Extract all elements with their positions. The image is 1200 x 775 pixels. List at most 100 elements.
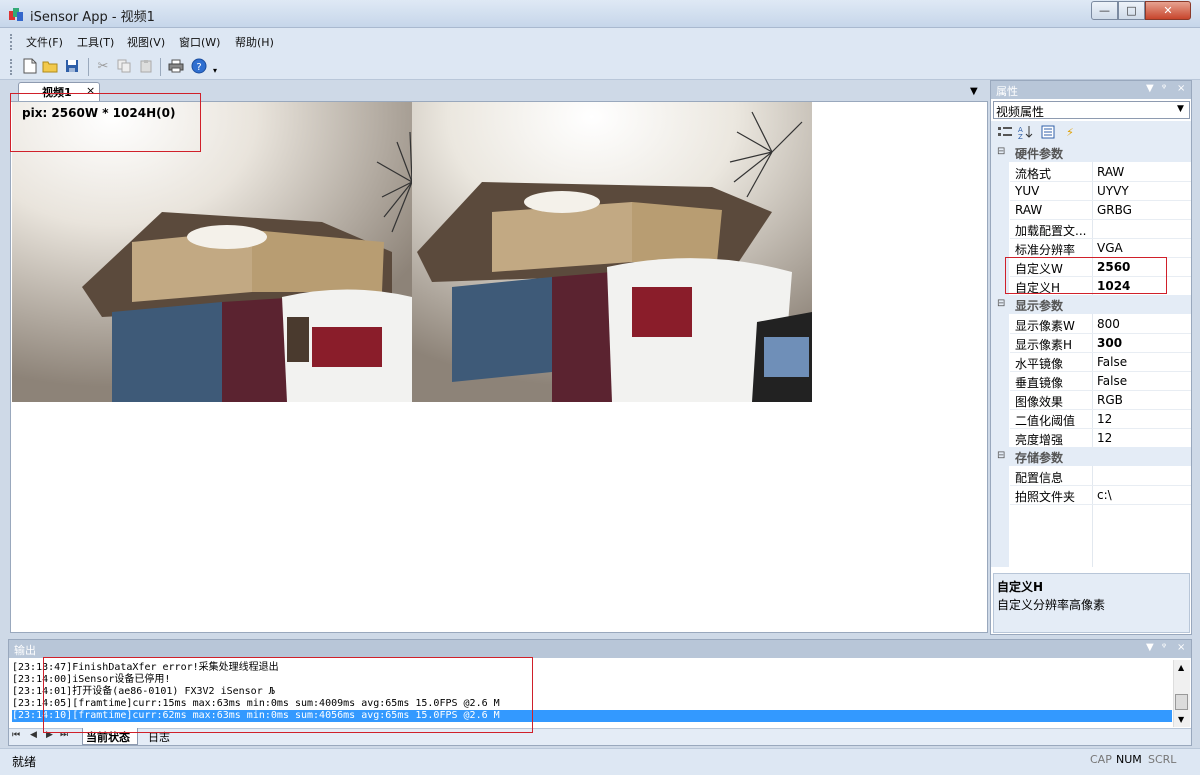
row-divider [1010, 409, 1191, 410]
property-value[interactable]: 12 [1097, 431, 1112, 445]
toolbar-overflow-icon[interactable]: ▾ [213, 66, 217, 75]
property-name[interactable]: 垂直镜像 [1015, 374, 1063, 391]
panel-close-icon[interactable]: × [1177, 83, 1185, 94]
first-page-icon[interactable]: ⏮ [12, 730, 20, 740]
menu-view[interactable]: 视图(V) [125, 34, 167, 50]
toolbar-separator [160, 58, 161, 76]
property-name[interactable]: 水平镜像 [1015, 355, 1063, 372]
scroll-thumb[interactable] [1175, 694, 1188, 710]
object-selector-value: 视频属性 [996, 105, 1045, 119]
row-divider [1010, 504, 1191, 505]
scroll-up-icon[interactable]: ▲ [1178, 663, 1184, 672]
highlight-box-resolution [10, 93, 201, 152]
help-icon[interactable]: ? [191, 58, 207, 74]
status-bar [0, 748, 1200, 775]
collapse-icon[interactable]: ⊟ [997, 450, 1005, 461]
collapse-icon[interactable]: ⊟ [997, 146, 1005, 157]
title-bar [0, 0, 1200, 28]
panel-pin-icon[interactable]: ᵠ [1162, 642, 1166, 653]
copy-icon[interactable] [116, 58, 132, 74]
cut-icon[interactable]: ✂ [95, 58, 111, 74]
alphabetical-icon[interactable]: AZ [1018, 124, 1034, 140]
maximize-button[interactable]: □ [1118, 1, 1145, 20]
chevron-down-icon[interactable]: ▼ [1177, 104, 1184, 114]
menu-window[interactable]: 窗口(W) [177, 34, 222, 50]
property-value[interactable]: False [1097, 374, 1127, 388]
document-list-dropdown[interactable]: ▼ [970, 86, 978, 97]
prev-page-icon[interactable]: ◀ [30, 730, 37, 740]
window-title: iSensor App - 视频1 [30, 10, 155, 25]
property-name[interactable]: RAW [1015, 203, 1042, 217]
properties-gutter [991, 143, 1009, 567]
property-value[interactable]: UYVY [1097, 184, 1129, 198]
menu-tools[interactable]: 工具(T) [75, 34, 116, 50]
properties-title: 属性 [996, 85, 1018, 98]
property-description-title: 自定义H [997, 580, 1044, 594]
highlight-box-log [43, 657, 533, 733]
row-divider [1010, 485, 1191, 486]
new-icon[interactable] [22, 58, 38, 74]
property-name[interactable]: 图像效果 [1015, 393, 1063, 410]
print-icon[interactable] [168, 58, 184, 74]
events-icon[interactable]: ⚡ [1062, 124, 1078, 140]
open-icon[interactable] [42, 58, 58, 74]
panel-dropdown-icon[interactable]: ▼ [1146, 642, 1154, 653]
properties-column-divider[interactable] [1092, 162, 1093, 567]
highlight-box-custom-resolution [1005, 257, 1167, 294]
property-name[interactable]: 配置信息 [1015, 469, 1063, 486]
row-divider [1010, 390, 1191, 391]
panel-dropdown-icon[interactable]: ▼ [1146, 83, 1154, 94]
caps-lock-indicator: CAP [1090, 753, 1112, 766]
row-divider [1010, 333, 1191, 334]
property-value[interactable]: c:\ [1097, 488, 1112, 502]
property-value[interactable]: RAW [1097, 165, 1124, 179]
menu-grip[interactable] [10, 34, 13, 50]
row-divider [1010, 181, 1191, 182]
property-value[interactable]: GRBG [1097, 203, 1132, 217]
panel-pin-icon[interactable]: ᵠ [1162, 83, 1166, 94]
row-divider [1010, 219, 1191, 220]
property-value[interactable]: 12 [1097, 412, 1112, 426]
menu-help[interactable]: 帮助(H) [233, 34, 276, 50]
category-label: 存储参数 [1015, 451, 1064, 465]
panel-close-icon[interactable]: × [1177, 642, 1185, 653]
property-name[interactable]: 亮度增强 [1015, 431, 1063, 448]
property-name[interactable]: 拍照文件夹 [1015, 488, 1075, 505]
property-name[interactable]: 显示像素H [1015, 336, 1072, 353]
minimize-button[interactable]: — [1091, 1, 1118, 20]
scroll-lock-indicator: SCRL [1148, 753, 1177, 766]
property-name[interactable]: 标准分辨率 [1015, 241, 1075, 258]
property-name[interactable]: 流格式 [1015, 165, 1051, 182]
app-icon [8, 6, 24, 22]
svg-text:?: ? [196, 62, 201, 73]
property-value[interactable]: False [1097, 355, 1127, 369]
output-title: 输出 [14, 644, 36, 657]
property-name[interactable]: 二值化阈值 [1015, 412, 1075, 429]
status-text: 就绪 [12, 755, 37, 769]
save-icon[interactable] [64, 58, 80, 74]
num-lock-indicator: NUM [1116, 753, 1142, 766]
property-pages-icon[interactable] [1040, 124, 1056, 140]
property-value[interactable]: RGB [1097, 393, 1123, 407]
row-divider [1010, 200, 1191, 201]
menu-file[interactable]: 文件(F) [24, 34, 65, 50]
property-value[interactable]: 300 [1097, 336, 1122, 350]
toolbar-grip[interactable] [10, 59, 13, 75]
row-divider [1010, 238, 1191, 239]
properties-header [991, 81, 1191, 99]
property-value[interactable]: 800 [1097, 317, 1120, 331]
category-label: 硬件参数 [1015, 147, 1064, 161]
categorized-icon[interactable] [997, 124, 1013, 140]
property-name[interactable]: YUV [1015, 184, 1039, 198]
scroll-down-icon[interactable]: ▼ [1178, 715, 1184, 724]
paste-icon[interactable] [138, 58, 154, 74]
row-divider [1010, 371, 1191, 372]
collapse-icon[interactable]: ⊟ [997, 298, 1005, 309]
property-name[interactable]: 加载配置文... [1015, 222, 1086, 239]
property-value[interactable]: VGA [1097, 241, 1123, 255]
category-label: 显示参数 [1015, 299, 1064, 313]
output-header [9, 640, 1191, 658]
toolbar-separator [88, 58, 89, 76]
property-name[interactable]: 显示像素W [1015, 317, 1075, 334]
close-button[interactable]: ✕ [1145, 1, 1191, 20]
